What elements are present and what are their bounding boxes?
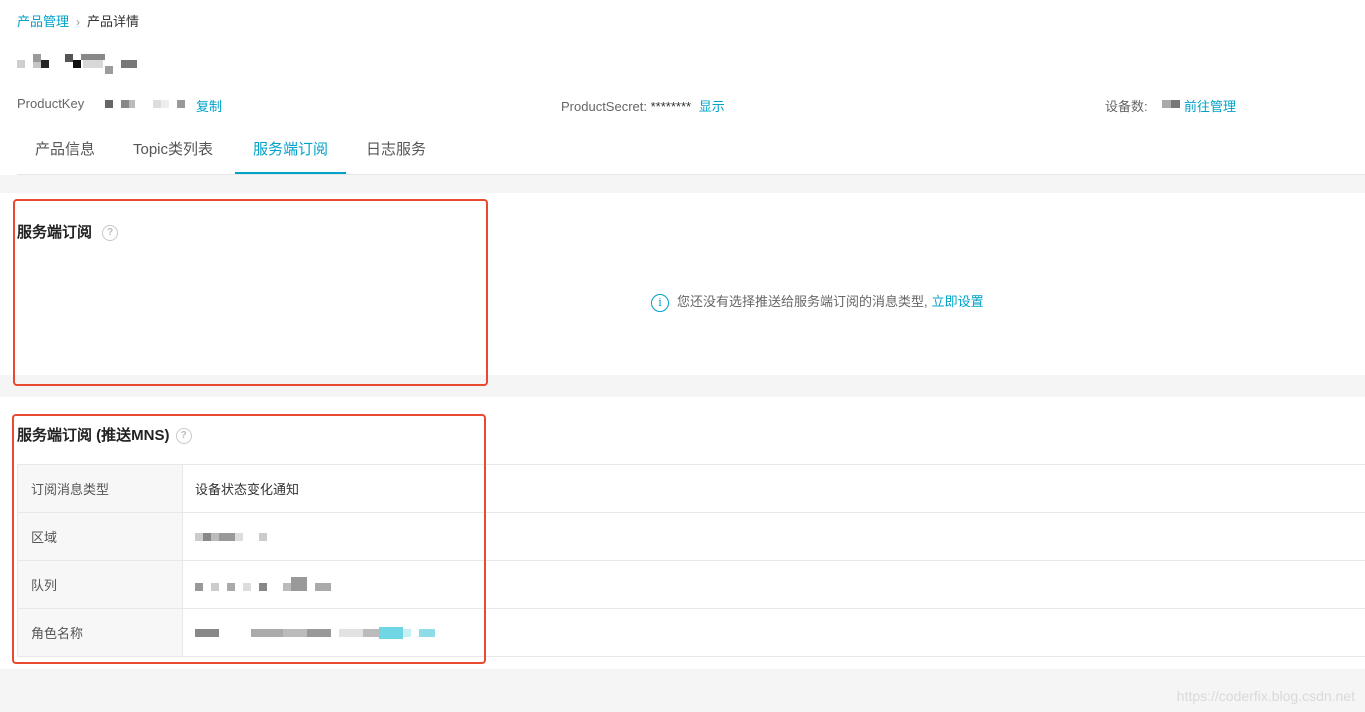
empty-subscription-notice: i 您还没有选择推送给服务端订阅的消息类型, 立即设置 bbox=[651, 291, 984, 312]
breadcrumb-current: 产品详情 bbox=[87, 14, 140, 29]
highlight-box-mns bbox=[12, 414, 486, 664]
tab-product-info[interactable]: 产品信息 bbox=[17, 130, 113, 172]
product-secret-label: ProductSecret: bbox=[561, 99, 647, 114]
device-count-field: 设备数: bbox=[1105, 96, 1148, 115]
product-secret-field: ProductSecret: ******** 显示 bbox=[561, 96, 725, 115]
breadcrumb-product-management[interactable]: 产品管理 bbox=[17, 14, 69, 29]
info-circle-icon: i bbox=[651, 293, 669, 312]
breadcrumb: 产品管理 › 产品详情 bbox=[17, 11, 139, 30]
product-name-redacted bbox=[17, 50, 142, 78]
tab-server-subscription[interactable]: 服务端订阅 bbox=[235, 130, 347, 174]
set-now-link[interactable]: 立即设置 bbox=[932, 294, 984, 309]
product-key-label: ProductKey bbox=[17, 96, 85, 111]
section-gap bbox=[0, 175, 1365, 193]
breadcrumb-chevron-icon: › bbox=[76, 15, 81, 29]
product-key-field: ProductKey bbox=[17, 96, 84, 111]
page-footer-band bbox=[0, 669, 1365, 712]
tab-topic-list[interactable]: Topic类列表 bbox=[115, 130, 231, 172]
tab-bar: 产品信息 Topic类列表 服务端订阅 日志服务 bbox=[17, 130, 1365, 175]
device-count-redacted bbox=[1162, 100, 1180, 108]
tab-log-service[interactable]: 日志服务 bbox=[348, 130, 444, 172]
device-count-label: 设备数: bbox=[1105, 99, 1148, 114]
go-manage-link[interactable]: 前往管理 bbox=[1184, 96, 1236, 115]
product-key-value-redacted bbox=[105, 100, 190, 110]
notice-text: 您还没有选择推送给服务端订阅的消息类型, bbox=[677, 294, 928, 309]
highlight-box-subscription bbox=[13, 199, 488, 386]
copy-product-key-link[interactable]: 复制 bbox=[196, 96, 222, 115]
show-secret-link[interactable]: 显示 bbox=[699, 99, 725, 114]
watermark: https://coderfix.blog.csdn.net bbox=[1176, 688, 1355, 704]
product-secret-value: ******** bbox=[650, 99, 692, 114]
